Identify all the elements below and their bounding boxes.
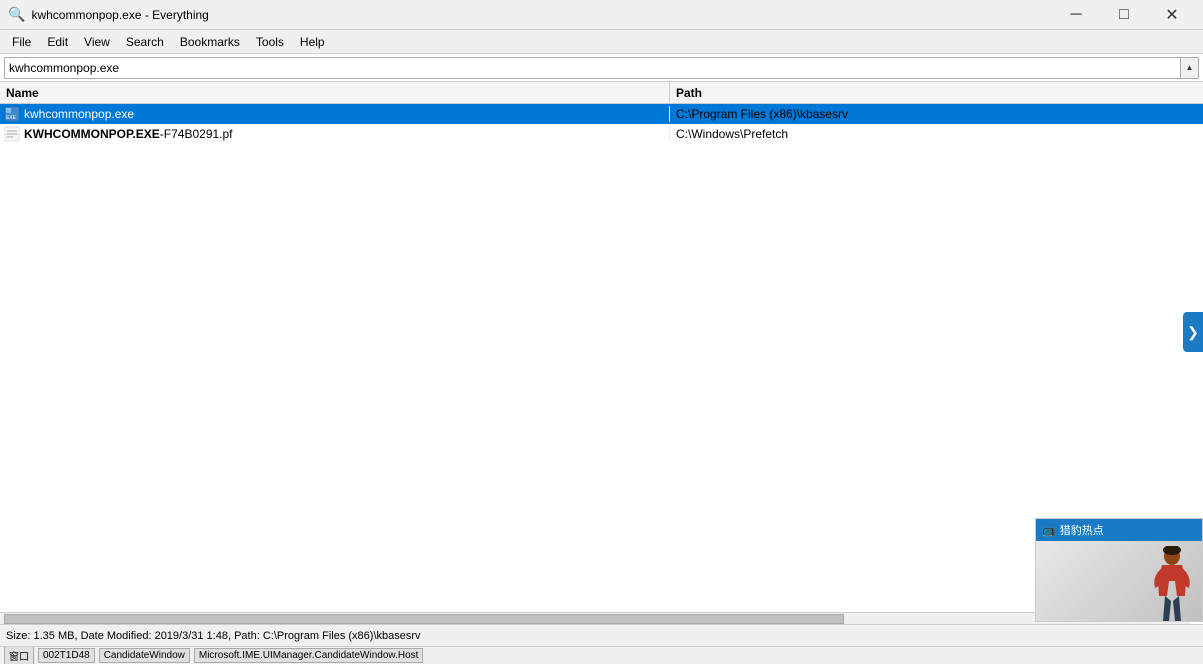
exe-icon: EXE [4,106,20,122]
file-path-cell: C:\Windows\Prefetch [670,127,1203,141]
taskbar-item-1[interactable]: 002T1D48 [38,648,95,663]
file-name-cell: EXE kwhcommonpop.exe [0,106,670,122]
side-widget-image [1036,541,1202,621]
title-bar-left: 🔍 kwhcommonpop.exe - Everything [8,6,209,23]
file-path-cell: C:\Program Files (x86)\kbasesrv [670,107,1203,121]
status-bar: Size: 1.35 MB, Date Modified: 2019/3/31 … [0,624,1203,646]
menu-bar: File Edit View Search Bookmarks Tools He… [0,30,1203,54]
menu-view[interactable]: View [76,31,118,53]
column-headers: Name Path [0,82,1203,104]
menu-tools[interactable]: Tools [248,31,292,53]
menu-bookmarks[interactable]: Bookmarks [172,31,248,53]
title-bar: 🔍 kwhcommonpop.exe - Everything ─ □ ✕ [0,0,1203,30]
path-column-header[interactable]: Path [670,82,1203,103]
file-name-cell: KWHCOMMONPOP.EXE-F74B0291.pf [0,126,670,142]
horizontal-scrollbar[interactable] [0,612,1191,624]
minimize-button[interactable]: ─ [1053,0,1099,30]
title-bar-controls: ─ □ ✕ [1053,0,1195,30]
search-toggle-button[interactable]: ▲ [1181,57,1199,79]
menu-file[interactable]: File [4,31,39,53]
side-widget-icon: 📺 [1042,524,1056,537]
side-widget-header: 📺 猎豹热点 [1036,519,1202,541]
menu-help[interactable]: Help [292,31,333,53]
search-bar: ▲ [0,54,1203,82]
pf-icon [4,126,20,142]
file-name-text: KWHCOMMONPOP.EXE-F74B0291.pf [24,127,233,141]
search-input[interactable] [4,57,1181,79]
results-area: Name Path EXE kwhcommonpop.exe C:\Progra… [0,82,1203,624]
svg-text:EXE: EXE [6,115,17,121]
scrollbar-thumb[interactable] [4,614,844,624]
menu-edit[interactable]: Edit [39,31,76,53]
file-name-suffix: -F74B0291.pf [160,127,233,141]
table-row[interactable]: KWHCOMMONPOP.EXE-F74B0291.pf C:\Windows\… [0,124,1203,144]
file-name-highlight: KWHCOMMONPOP.EXE [24,127,160,141]
taskbar: 窗口 002T1D48 CandidateWindow Microsoft.IM… [0,646,1203,664]
table-row[interactable]: EXE kwhcommonpop.exe C:\Program Files (x… [0,104,1203,124]
menu-search[interactable]: Search [118,31,172,53]
side-widget-body [1036,541,1202,621]
taskbar-item-2[interactable]: CandidateWindow [99,648,190,663]
right-arrow-button[interactable]: ❯ [1183,312,1203,352]
figure-silhouette [1147,546,1197,621]
status-text: Size: 1.35 MB, Date Modified: 2019/3/31 … [6,630,421,642]
name-column-header[interactable]: Name [0,82,670,103]
taskbar-item-0[interactable]: 窗口 [4,646,34,664]
taskbar-item-3[interactable]: Microsoft.IME.UIManager.CandidateWindow.… [194,648,424,663]
title-text: kwhcommonpop.exe - Everything [31,8,208,22]
close-button[interactable]: ✕ [1149,0,1195,30]
app-icon: 🔍 [8,6,25,23]
file-list: EXE kwhcommonpop.exe C:\Program Files (x… [0,104,1203,624]
maximize-button[interactable]: □ [1101,0,1147,30]
file-name-text: kwhcommonpop.exe [24,107,134,121]
side-widget: 📺 猎豹热点 [1035,518,1203,622]
side-widget-title: 猎豹热点 [1060,522,1104,538]
